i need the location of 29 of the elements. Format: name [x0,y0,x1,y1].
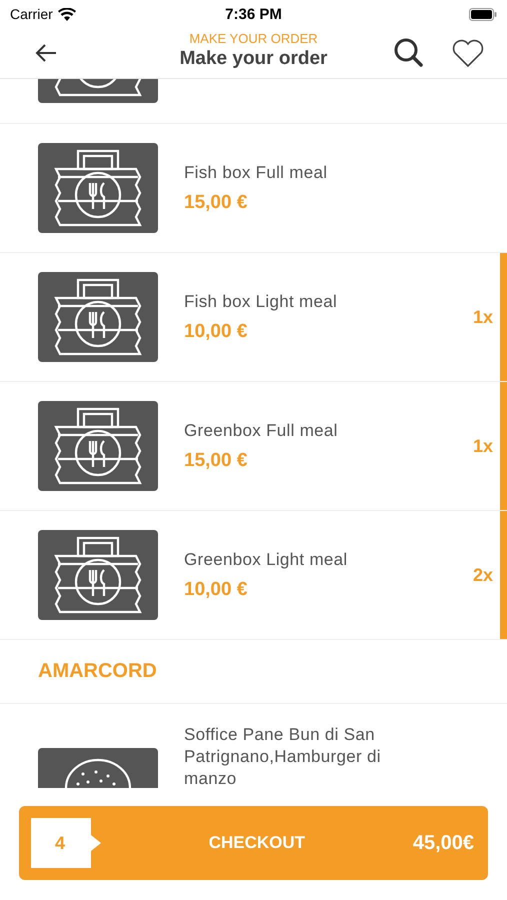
battery-icon [469,8,497,20]
product-price: 15,00 € [184,192,248,214]
product-name: Soffice Pane Bun di San Patrignano,Hamburger di manzo [184,724,382,788]
lunchbox-icon [38,143,158,233]
order-total: 45,00€ [412,832,474,854]
lunchbox-icon [38,530,158,620]
clock-time: 7:36 PM [225,6,282,22]
carrier-name: Carrier [10,6,53,22]
product-name: Greenbox Light meal [184,549,349,571]
quantity-label: 1x [472,306,493,328]
product-name: Fish box Light meal [184,291,338,313]
lunchbox-icon [38,401,158,491]
product-price: 15,00 € [184,450,248,472]
product-name: Fish box Full meal [184,162,328,184]
back-button[interactable] [34,43,58,63]
page-title: Make your order [180,47,328,71]
checkout-button[interactable]: 4 CHECKOUT 45,00€ [19,806,488,880]
favorite-button[interactable] [451,38,485,68]
wifi-icon [58,8,76,20]
nav-subtitle: MAKE YOUR ORDER [189,31,318,47]
lunchbox-icon [38,272,158,362]
quantity-label: 2x [472,564,493,586]
section-title: AMARCORD [38,660,157,683]
product-price: 10,00 € [184,579,248,601]
product-price: 10,00 € [184,321,248,343]
search-button[interactable] [393,38,425,68]
product-name: Greenbox Full meal [184,420,339,442]
quantity-label: 1x [472,436,493,456]
item-count: 4 [31,818,101,868]
